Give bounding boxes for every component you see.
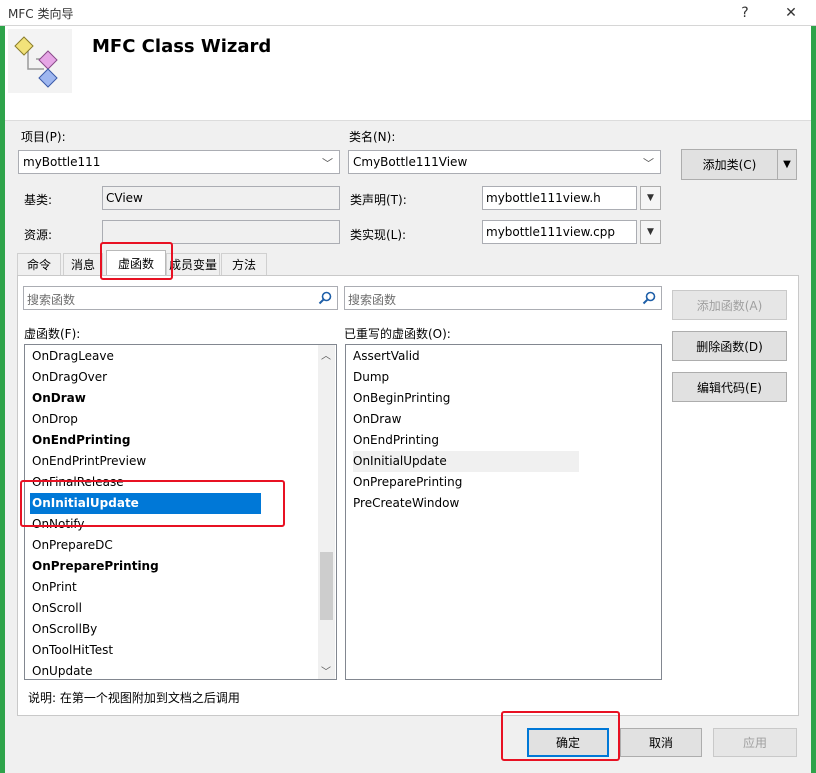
- declaration-dropdown[interactable]: ▼: [640, 186, 661, 210]
- description-text: 说明: 在第一个视图附加到文档之后调用: [28, 691, 240, 705]
- window-title: MFC 类向导: [8, 7, 74, 21]
- overridden-functions-label: 已重写的虚函数(O):: [344, 327, 451, 341]
- list-item[interactable]: OnDraw: [353, 409, 401, 430]
- search-input-virtual[interactable]: 搜索函数: [23, 286, 338, 310]
- list-item[interactable]: OnDragOver: [32, 367, 107, 388]
- list-item[interactable]: AssertValid: [353, 346, 420, 367]
- list-item[interactable]: Dump: [353, 367, 389, 388]
- overridden-functions-list[interactable]: AssertValid Dump OnBeginPrinting OnDraw OnEn…: [345, 344, 662, 680]
- list-item[interactable]: OnDraw: [32, 388, 86, 409]
- implementation-dropdown[interactable]: ▼: [640, 220, 661, 244]
- search-placeholder: 搜索函数: [348, 293, 397, 307]
- classname-label: 类名(N):: [349, 130, 396, 144]
- classname-combo[interactable]: CmyBottle111View ﹀: [348, 150, 661, 174]
- close-button[interactable]: ✕: [773, 0, 809, 26]
- scroll-up-icon[interactable]: ︿: [321, 347, 331, 362]
- list-item[interactable]: OnDrop: [32, 409, 78, 430]
- implementation-label: 类实现(L):: [350, 228, 407, 242]
- declaration-value: mybottle111view.h: [486, 191, 601, 205]
- list-item[interactable]: OnToolHitTest: [32, 640, 113, 661]
- implementation-value: mybottle111view.cpp: [486, 225, 615, 239]
- wizard-header: MFC Class Wizard: [5, 26, 811, 121]
- class-wizard-icon: [8, 29, 72, 93]
- list-item[interactable]: PreCreateWindow: [353, 493, 459, 514]
- list-item[interactable]: OnPrint: [32, 577, 77, 598]
- add-class-button[interactable]: 添加类(C): [681, 149, 778, 180]
- dropdown-arrow-icon: ▼: [783, 159, 791, 170]
- page-title: MFC Class Wizard: [92, 36, 272, 57]
- edit-code-button[interactable]: 编辑代码(E): [672, 372, 787, 402]
- background-window-edge: [0, 26, 5, 773]
- dropdown-arrow-icon: ▼: [647, 227, 654, 237]
- scrollbar-thumb[interactable]: [320, 552, 333, 620]
- list-item[interactable]: OnDragLeave: [32, 346, 114, 367]
- list-item[interactable]: OnEndPrinting: [353, 430, 439, 451]
- resource-field: [102, 220, 340, 244]
- implementation-field[interactable]: mybottle111view.cpp: [482, 220, 637, 244]
- list-item[interactable]: OnScroll: [32, 598, 82, 619]
- search-placeholder: 搜索函数: [27, 293, 76, 307]
- scroll-down-icon[interactable]: ﹀: [321, 663, 331, 678]
- annotation-box-ok: [501, 711, 620, 761]
- tab-member-variables[interactable]: 成员变量: [166, 253, 220, 275]
- list-item[interactable]: OnPreparePrinting: [32, 556, 159, 577]
- dropdown-arrow-icon: ▼: [647, 193, 654, 203]
- list-scrollbar[interactable]: ︿ ﹀: [318, 345, 335, 679]
- virtual-functions-label: 虚函数(F):: [24, 327, 81, 341]
- delete-function-button[interactable]: 删除函数(D): [672, 331, 787, 361]
- list-item[interactable]: OnInitialUpdate: [353, 451, 579, 472]
- list-item[interactable]: OnEndPrintPreview: [32, 451, 146, 472]
- chevron-down-icon: ﹀: [322, 157, 333, 170]
- cancel-button[interactable]: 取消: [620, 728, 702, 757]
- tab-commands[interactable]: 命令: [17, 253, 61, 275]
- tab-messages[interactable]: 消息: [63, 253, 103, 275]
- search-icon: [318, 291, 332, 305]
- declaration-label: 类声明(T):: [350, 193, 407, 207]
- project-value: myBottle111: [23, 155, 101, 169]
- list-item[interactable]: OnBeginPrinting: [353, 388, 450, 409]
- search-input-overridden[interactable]: 搜索函数: [344, 286, 662, 310]
- tab-methods[interactable]: 方法: [221, 253, 267, 275]
- base-value: CView: [106, 191, 143, 205]
- list-item[interactable]: OnPreparePrinting: [353, 472, 462, 493]
- base-label: 基类:: [24, 193, 53, 207]
- chevron-down-icon: ﹀: [643, 157, 654, 170]
- add-function-button[interactable]: 添加函数(A): [672, 290, 787, 320]
- list-item[interactable]: OnEndPrinting: [32, 430, 130, 451]
- list-item[interactable]: OnPrepareDC: [32, 535, 113, 556]
- project-combo[interactable]: myBottle111 ﹀: [18, 150, 340, 174]
- search-icon: [642, 291, 656, 305]
- list-item[interactable]: OnScrollBy: [32, 619, 97, 640]
- add-class-dropdown[interactable]: ▼: [777, 149, 797, 180]
- annotation-box-item: [20, 480, 285, 527]
- base-field: CView: [102, 186, 340, 210]
- title-bar: MFC 类向导 ? ✕: [0, 0, 816, 26]
- resource-label: 资源:: [24, 228, 53, 242]
- list-item[interactable]: OnUpdate: [32, 661, 93, 679]
- help-button[interactable]: ?: [727, 0, 763, 26]
- background-window-edge-right: [811, 26, 816, 773]
- classname-value: CmyBottle111View: [353, 155, 468, 169]
- declaration-field[interactable]: mybottle111view.h: [482, 186, 637, 210]
- annotation-box-tab: [100, 242, 173, 280]
- project-label: 项目(P):: [21, 130, 66, 144]
- apply-button[interactable]: 应用: [713, 728, 797, 757]
